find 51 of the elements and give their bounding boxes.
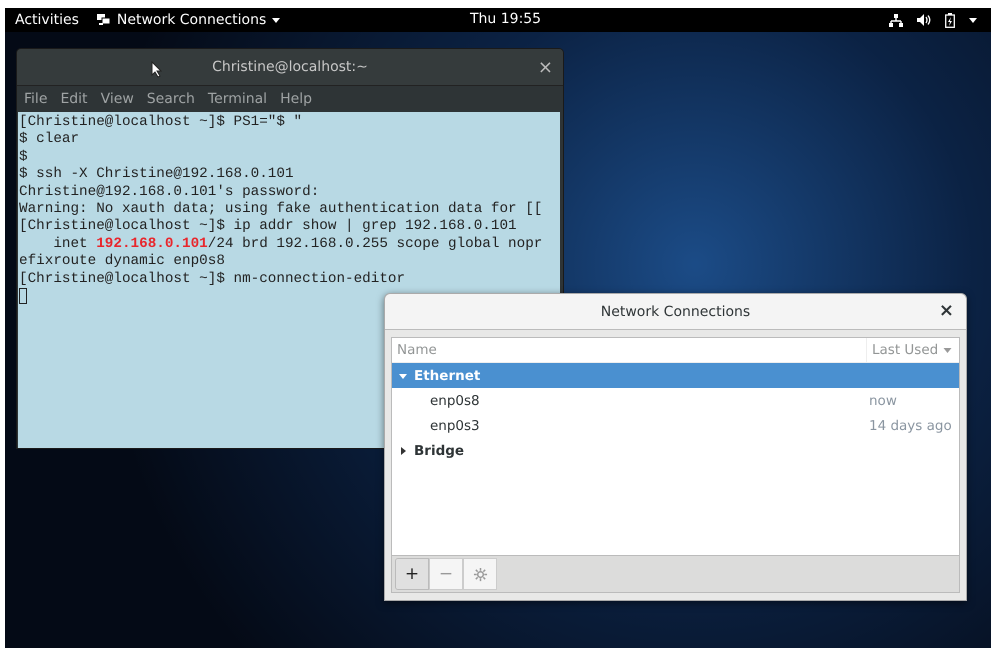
terminal-line: $ ssh -X Christine@192.168.0.101 <box>19 166 295 184</box>
group-row[interactable]: Ethernet <box>392 363 959 388</box>
terminal-line: efixroute dynamic enp0s8 <box>19 253 226 271</box>
menu-item[interactable]: Edit <box>60 91 88 107</box>
connection-name: enp0s8 <box>430 392 481 408</box>
last-used: now <box>869 392 898 408</box>
settings-icon <box>472 566 488 582</box>
volume-icon[interactable] <box>917 14 931 26</box>
menu-item[interactable]: Help <box>280 91 312 107</box>
menu-item[interactable]: Terminal <box>208 91 268 107</box>
wired-network-icon[interactable] <box>889 14 903 26</box>
connection-row[interactable]: enp0s8 now <box>392 388 959 413</box>
caret-icon[interactable] <box>969 18 977 22</box>
settings-button[interactable] <box>463 558 497 590</box>
expanded-triangle-icon[interactable] <box>399 372 407 380</box>
window-title: Network Connections <box>600 304 750 320</box>
group-name: Bridge <box>414 442 464 458</box>
network-icon <box>96 14 111 26</box>
menu-item[interactable]: View <box>100 91 134 107</box>
terminal-line: $ <box>19 148 29 166</box>
activities-button[interactable]: Activities <box>15 12 79 28</box>
mouse-pointer-icon <box>151 61 162 78</box>
collapsed-triangle-icon[interactable] <box>399 446 407 454</box>
text-cursor <box>19 288 27 304</box>
menu-item[interactable]: Search <box>146 91 195 107</box>
close-button[interactable]: × <box>938 300 954 321</box>
terminal-line: $ clear <box>19 131 80 149</box>
terminal-line: [Christine@localhost ~]$ ip addr show | grep 192.168.0.101 <box>19 218 518 236</box>
terminal-line: [Christine@localhost ~]$ nm-connection-editor <box>19 270 406 288</box>
last-used: 14 days ago <box>869 418 953 434</box>
connection-name: enp0s3 <box>430 418 481 434</box>
caret-icon <box>272 18 280 22</box>
sort-caret-icon <box>943 348 952 352</box>
app-menu[interactable]: Network Connections <box>96 12 280 28</box>
add-button[interactable]: + <box>395 558 429 590</box>
close-button[interactable]: × <box>538 57 553 78</box>
column-header[interactable]: Last Used <box>866 338 959 362</box>
clock[interactable]: Thu 19:55 <box>470 11 542 27</box>
group-row[interactable]: Bridge <box>392 438 959 463</box>
battery-icon[interactable] <box>945 12 955 28</box>
app-menu-label: Network Connections <box>116 12 266 28</box>
group-name: Ethernet <box>414 368 480 384</box>
terminal-line: [Christine@localhost ~]$ PS1="$ " <box>19 114 304 132</box>
remove-button[interactable]: − <box>429 558 463 590</box>
connection-row[interactable]: enp0s3 14 days ago <box>392 413 959 438</box>
column-header[interactable]: Name <box>392 338 866 362</box>
menu-item[interactable]: File <box>24 91 48 107</box>
terminal-line: Warning: No xauth data; using fake authentication data for [[ <box>19 200 544 218</box>
window-title: Christine@localhost:~ <box>212 59 368 75</box>
terminal-line: inet 192.168.0.101/24 brd 192.168.0.255 scope global nopr <box>52 236 544 254</box>
terminal-line: Christine@192.168.0.101's password: <box>19 184 320 201</box>
